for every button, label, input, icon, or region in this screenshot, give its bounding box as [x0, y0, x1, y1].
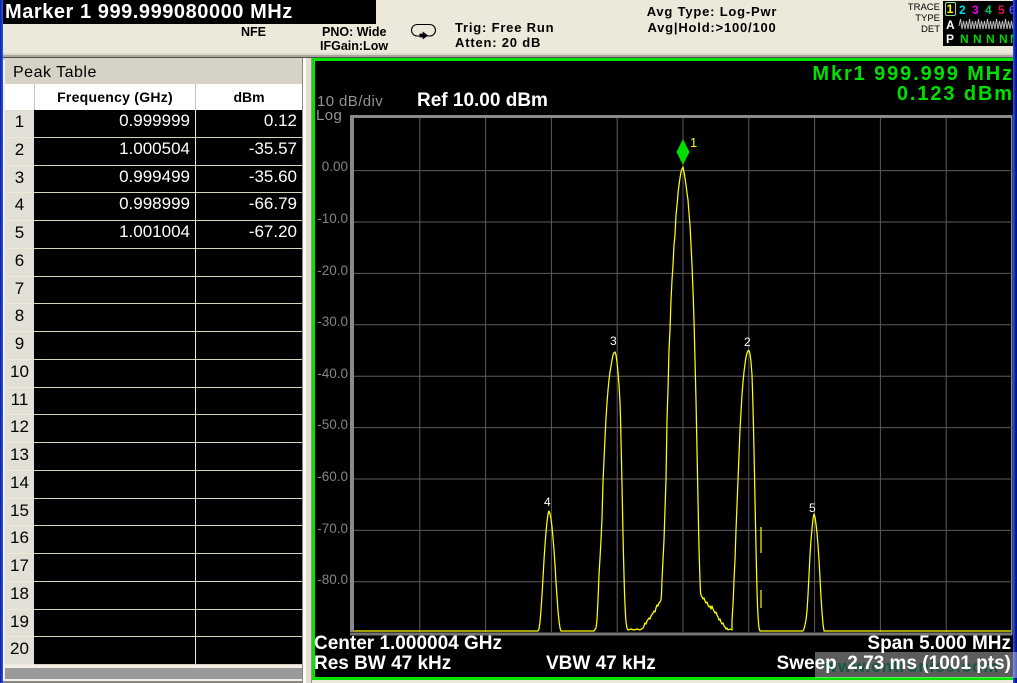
svg-text:3: 3 [610, 334, 617, 348]
svg-text:1: 1 [690, 135, 697, 150]
svg-text:2: 2 [744, 335, 751, 349]
svg-text:5: 5 [809, 501, 816, 515]
svg-text:4: 4 [544, 495, 551, 509]
